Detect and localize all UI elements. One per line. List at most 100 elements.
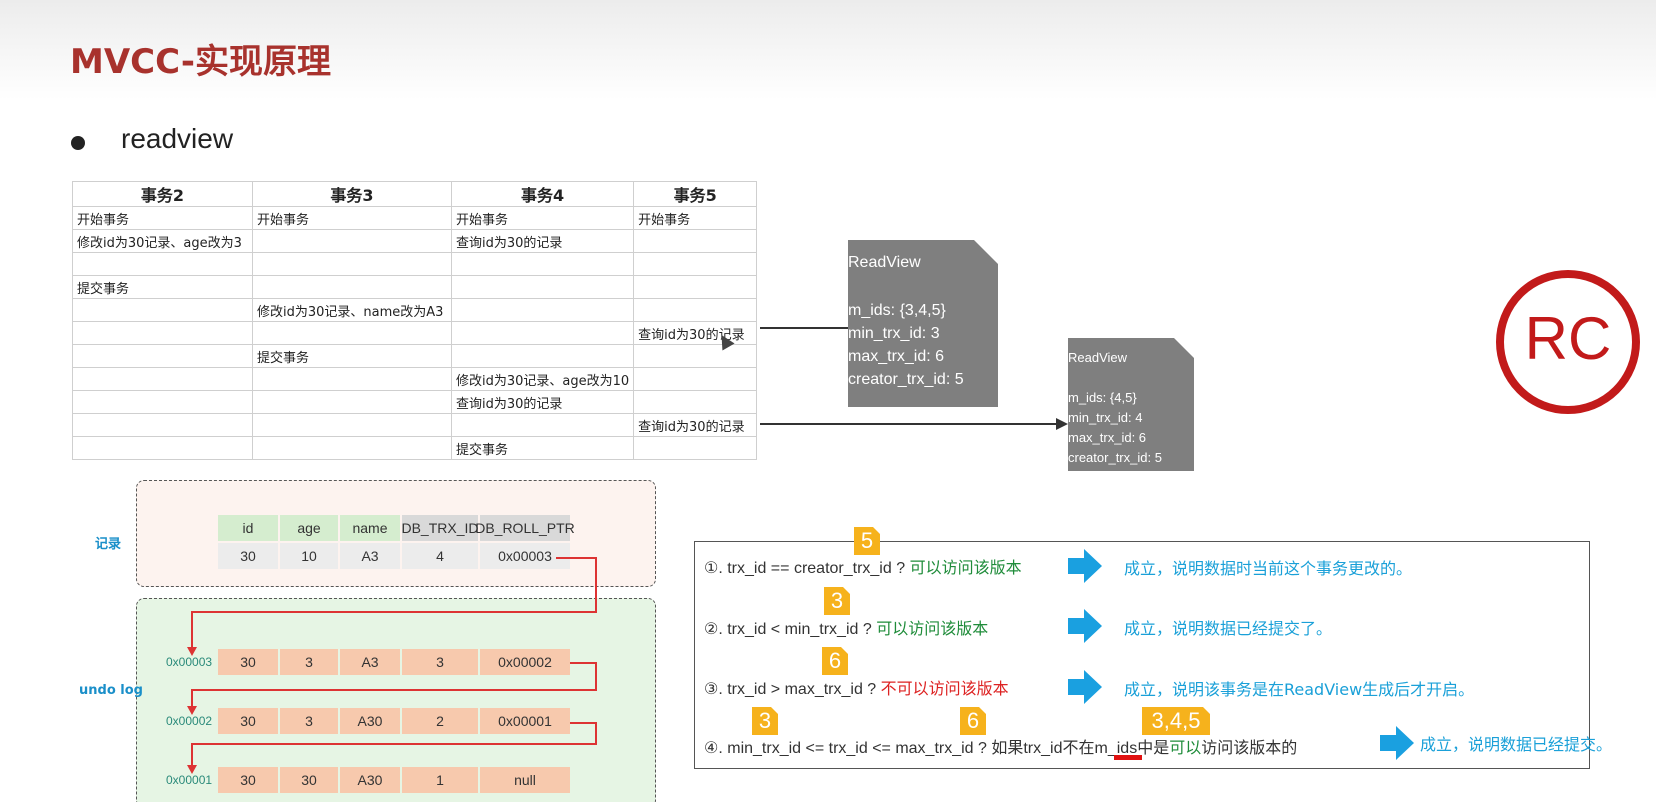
table-cell <box>72 252 253 276</box>
readview-max-trx-id: max_trx_id: 6 <box>1068 430 1147 445</box>
table-cell <box>633 229 758 253</box>
rule-1-result: 成立，说明数据时当前这个事务更改的。 <box>1124 559 1413 578</box>
undo-log-cell: 1 <box>402 767 478 793</box>
pointer-line <box>570 662 596 664</box>
record-label: 记录 <box>95 537 122 552</box>
value-tag: 6 <box>960 707 986 735</box>
folded-corner <box>974 240 998 264</box>
rc-badge-label: RC <box>1524 305 1612 372</box>
table-cell <box>72 367 253 391</box>
table-cell: 查询id为30的记录 <box>633 413 758 437</box>
readview-creator-trx-id: creator_trx_id: 5 <box>848 371 964 388</box>
pointer-arrow-icon <box>187 647 197 656</box>
pointer-line <box>191 611 597 613</box>
readview-creator-trx-id: creator_trx_id: 5 <box>1068 450 1162 465</box>
table-cell: 提交事务 <box>72 275 253 299</box>
rule-4-suffix: 访问该版本的 <box>1201 740 1298 757</box>
readview-card-2: ReadView m_ids: {4,5} min_trx_id: 4 max_… <box>1068 338 1194 471</box>
undo-log-cell: null <box>480 767 570 793</box>
value-tag: 3 <box>824 587 850 615</box>
readview-m-ids: m_ids: {3,4,5} <box>848 302 946 319</box>
arrow-to-readview-2 <box>760 423 1060 425</box>
table-cell <box>450 252 635 276</box>
table-row: 修改id为30记录、name改为A3 <box>72 298 758 322</box>
undo-log-cell: 0x00001 <box>480 708 570 734</box>
arrow-to-readview-1 <box>760 327 860 329</box>
table-cell <box>450 275 635 299</box>
table-cell <box>252 413 452 437</box>
rule-1: ①. trx_id == creator_trx_id ? 可以访问该版本 <box>704 554 1022 578</box>
table-row: 查询id为30的记录 <box>72 321 758 345</box>
record-column-header: name <box>340 515 400 541</box>
table-cell <box>252 321 452 345</box>
rc-badge: RC <box>1496 270 1640 414</box>
table-cell: 修改id为30记录、age改为3 <box>72 229 253 253</box>
table-row: 提交事务 <box>72 436 758 460</box>
table-cell <box>252 367 452 391</box>
undo-log-cell: 3 <box>280 708 338 734</box>
readview-title: ReadView <box>1068 350 1128 365</box>
rule-4-verdict: 可以 <box>1169 740 1202 757</box>
rule-3-condition: ③. trx_id > max_trx_id ? <box>704 681 877 698</box>
record-column-header: age <box>280 515 338 541</box>
pointer-line <box>556 557 596 559</box>
pointer-line <box>191 743 597 745</box>
right-arrow-icon <box>1068 609 1102 643</box>
table-row: 提交事务 <box>72 275 758 299</box>
undo-log-cell: 0x00002 <box>480 649 570 675</box>
undo-log-address: 0x00003 <box>166 655 213 669</box>
column-header: 事务3 <box>252 181 452 207</box>
table-cell <box>72 298 253 322</box>
rule-1-condition: ①. trx_id == creator_trx_id ? <box>704 560 906 577</box>
folded-corner <box>1174 338 1194 358</box>
page-title: MVCC-实现原理 <box>70 42 331 82</box>
table-cell: 开始事务 <box>633 206 758 230</box>
table-row: 修改id为30记录、age改为10 <box>72 367 758 391</box>
undo-log-cell: A30 <box>340 767 400 793</box>
table-cell: 查询id为30的记录 <box>450 229 635 253</box>
undo-log-cell: A3 <box>340 649 400 675</box>
undo-log-cell: 30 <box>218 767 278 793</box>
table-cell <box>72 321 253 345</box>
pointer-line <box>191 689 597 691</box>
table-cell: 查询id为30的记录 <box>633 321 758 345</box>
table-row <box>72 252 758 276</box>
column-header: 事务5 <box>633 181 758 207</box>
undo-log-cell: 2 <box>402 708 478 734</box>
table-cell <box>450 321 635 345</box>
pointer-line <box>191 611 193 647</box>
pointer-line <box>595 662 597 690</box>
table-row: 提交事务 <box>72 344 758 368</box>
rule-4-condition: ④. min_trx_id <= trx_id <= max_trx_id ? … <box>704 740 1063 757</box>
table-cell: 开始事务 <box>72 206 253 230</box>
table-cell <box>633 298 758 322</box>
table-cell: 修改id为30记录、age改为10 <box>450 367 635 391</box>
readview-min-trx-id: min_trx_id: 4 <box>1068 410 1143 425</box>
bullet-dot <box>71 136 85 150</box>
rule-4: ④. min_trx_id <= trx_id <= max_trx_id ? … <box>704 734 1297 758</box>
readview-card-1: ReadView m_ids: {3,4,5} min_trx_id: 3 ma… <box>848 240 998 407</box>
table-header-row: 事务2 事务3 事务4 事务5 <box>72 181 758 207</box>
right-arrow-icon <box>1068 549 1102 583</box>
undo-log-cell: 30 <box>218 708 278 734</box>
rule-4-not-in: 不在 <box>1062 740 1095 757</box>
record-column-header: id <box>218 515 278 541</box>
bullet-text: readview <box>121 123 234 154</box>
pointer-line <box>191 689 193 706</box>
value-tag: 3,4,5 <box>1142 707 1210 735</box>
table-cell <box>252 275 452 299</box>
rule-2-verdict: 可以访问该版本 <box>876 621 989 638</box>
undo-log-cell: A30 <box>340 708 400 734</box>
table-cell <box>72 390 253 414</box>
value-tag: 5 <box>854 527 880 555</box>
column-header: 事务4 <box>450 181 635 207</box>
rule-3-result: 成立，说明该事务是在ReadView生成后才开启。 <box>1124 680 1475 699</box>
undo-log-label: undo log <box>79 683 143 698</box>
table-row: 修改id为30记录、age改为3 查询id为30的记录 <box>72 229 758 253</box>
table-cell <box>633 275 758 299</box>
table-cell <box>450 298 635 322</box>
table-cell: 开始事务 <box>450 206 635 230</box>
readview-title: ReadView <box>848 254 921 271</box>
rule-2-condition: ②. trx_id < min_trx_id ? <box>704 621 872 638</box>
rule-1-verdict: 可以访问该版本 <box>909 560 1022 577</box>
